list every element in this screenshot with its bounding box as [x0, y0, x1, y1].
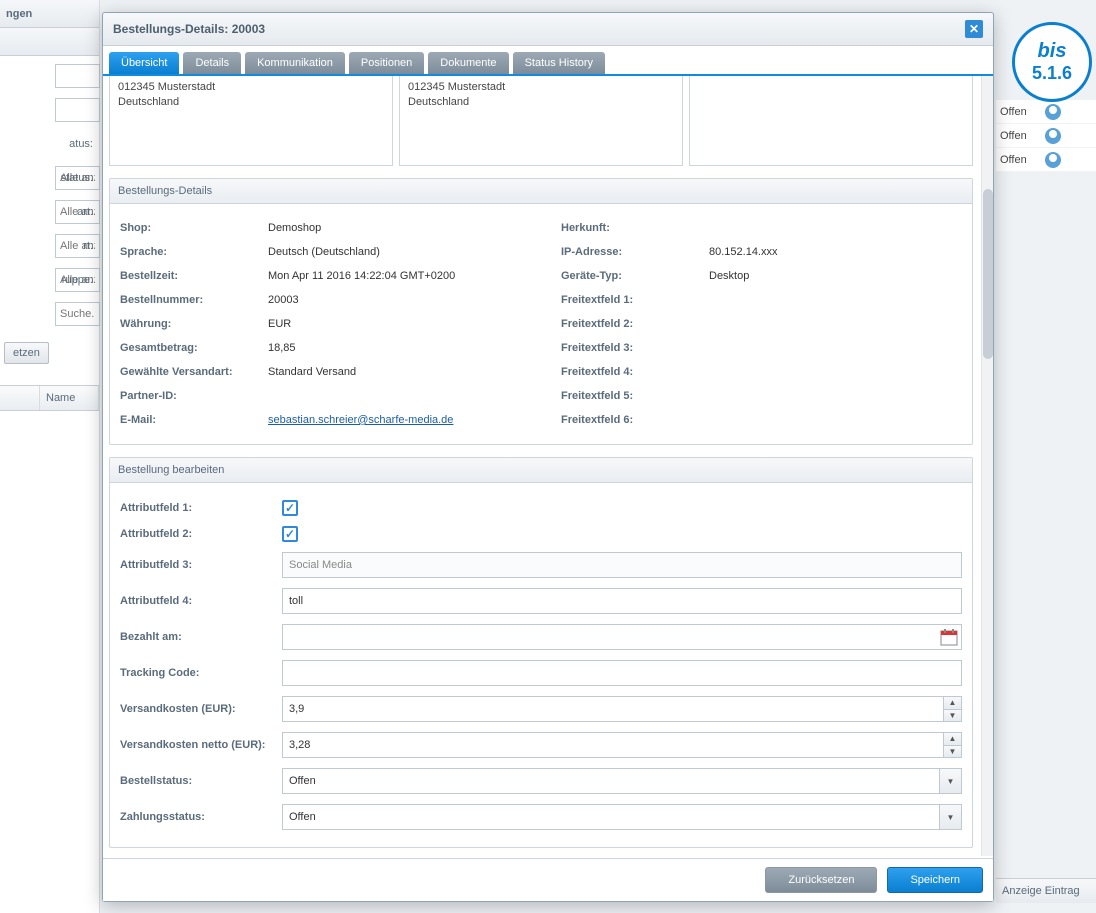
details-right-column: Herkunft: IP-Adresse:80.152.14.xxx Gerät… — [561, 216, 962, 432]
attr4-input[interactable] — [282, 588, 962, 614]
bg-input-2[interactable] — [55, 98, 100, 122]
tab-documents[interactable]: Dokumente — [428, 52, 508, 74]
chevron-down-icon[interactable]: ▼ — [939, 769, 961, 793]
bg-input-1[interactable] — [55, 64, 100, 88]
order-details-panel: Bestellungs-Details Shop:Demoshop Sprach… — [109, 178, 973, 445]
scrollbar-thumb[interactable] — [983, 189, 993, 359]
order-edit-panel: Bestellung bearbeiten Attributfeld 1: At… — [109, 457, 973, 848]
user-icon — [1045, 152, 1061, 168]
shipping-cost-input[interactable] — [282, 696, 962, 722]
bg-right-footer: Anzeige Eintrag — [996, 878, 1096, 903]
attr3-input[interactable] — [282, 552, 962, 578]
order-details-modal: Bestellungs-Details: 20003 ✕ Übersicht D… — [102, 12, 994, 902]
bg-left-header: ngen — [0, 0, 99, 28]
modal-title: Bestellungs-Details: 20003 — [113, 22, 265, 36]
tab-overview[interactable]: Übersicht — [109, 52, 179, 74]
modal-scrollbar[interactable] — [981, 76, 993, 856]
order-details-panel-header: Bestellungs-Details — [110, 179, 972, 204]
chevron-down-icon[interactable]: ▼ — [944, 746, 961, 758]
tab-positions[interactable]: Positionen — [349, 52, 424, 74]
chevron-up-icon[interactable]: ▲ — [944, 733, 961, 746]
bg-right-row[interactable]: Offen — [996, 100, 1096, 124]
background-filter-panel: ngen atus: status: art: rt: ruppe: etzen… — [0, 0, 100, 913]
bg-left-subheader — [0, 28, 99, 56]
close-icon[interactable]: ✕ — [965, 20, 983, 38]
attr1-checkbox[interactable] — [282, 500, 298, 516]
tracking-code-input[interactable] — [282, 660, 962, 686]
calendar-icon[interactable] — [940, 628, 958, 646]
address-box-billing: 012345 Musterstadt Deutschland — [109, 76, 393, 166]
reset-button[interactable]: Zurücksetzen — [765, 867, 877, 893]
bg-search-input[interactable] — [55, 302, 100, 326]
chevron-down-icon[interactable]: ▼ — [939, 805, 961, 829]
attr2-checkbox[interactable] — [282, 526, 298, 542]
tab-details[interactable]: Details — [183, 52, 241, 74]
tabbar: Übersicht Details Kommunikation Position… — [103, 46, 993, 76]
chevron-down-icon[interactable]: ▼ — [944, 710, 961, 722]
bg-grid-col-empty — [0, 386, 40, 410]
version-badge: bis 5.1.6 — [1012, 22, 1092, 102]
bg-right-row[interactable]: Offen — [996, 124, 1096, 148]
bg-grid-col-name[interactable]: Name — [40, 386, 99, 410]
tab-communication[interactable]: Kommunikation — [245, 52, 345, 74]
background-right-list: Offen Offen Offen — [996, 100, 1096, 172]
save-button[interactable]: Speichern — [887, 867, 983, 893]
shipping-cost-net-input[interactable] — [282, 732, 962, 758]
address-box-empty — [689, 76, 973, 166]
details-left-column: Shop:Demoshop Sprache:Deutsch (Deutschla… — [120, 216, 521, 432]
tab-status-history[interactable]: Status History — [513, 52, 605, 74]
order-status-select[interactable] — [282, 768, 962, 794]
bg-right-row[interactable]: Offen — [996, 148, 1096, 172]
order-edit-panel-header: Bestellung bearbeiten — [110, 458, 972, 483]
address-box-shipping: 012345 Musterstadt Deutschland — [399, 76, 683, 166]
bg-reset-button[interactable]: etzen — [4, 342, 49, 364]
user-icon — [1045, 128, 1061, 144]
paid-date-input[interactable] — [282, 624, 962, 650]
chevron-up-icon[interactable]: ▲ — [944, 697, 961, 710]
email-link[interactable]: sebastian.schreier@scharfe-media.de — [268, 414, 453, 426]
user-icon — [1045, 104, 1061, 120]
payment-status-select[interactable] — [282, 804, 962, 830]
